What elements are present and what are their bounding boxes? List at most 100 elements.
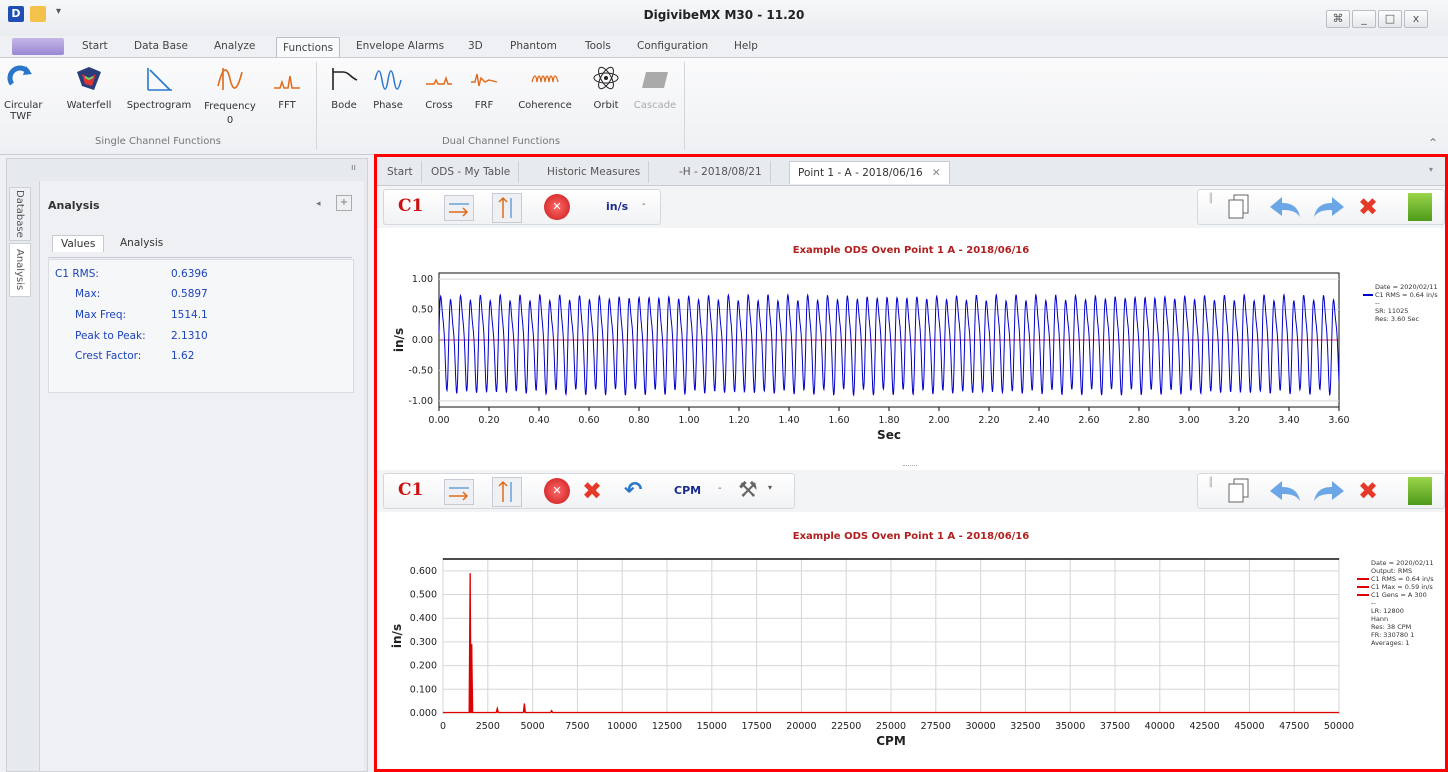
channel-label[interactable]: C1 bbox=[398, 196, 423, 216]
orbit-button[interactable]: Orbit bbox=[588, 64, 624, 111]
legend-line: SR: 11025 bbox=[1375, 307, 1409, 315]
y-tick-label: 0.000 bbox=[410, 708, 437, 719]
waterfall-button[interactable]: Waterfell bbox=[62, 64, 116, 111]
doc-tab-point1[interactable]: Point 1 - A - 2018/06/16 ✕ bbox=[789, 161, 950, 184]
menu-3d[interactable]: 3D bbox=[468, 40, 483, 52]
scale-x-icon[interactable] bbox=[444, 479, 474, 505]
bode-button[interactable]: Bode bbox=[326, 64, 362, 111]
peak-to-peak-label: Peak to Peak: bbox=[75, 330, 146, 342]
x-tick-label: 27500 bbox=[921, 721, 951, 732]
y-axis-title: in/s bbox=[390, 624, 404, 648]
y-tick-label: 1.00 bbox=[412, 274, 433, 285]
collapse-arrow-icon[interactable]: ◂ bbox=[316, 199, 321, 209]
peak-to-peak-value: 2.1310 bbox=[171, 330, 208, 342]
channel-label[interactable]: C1 bbox=[398, 480, 423, 500]
undo-zoom-icon[interactable]: ↶ bbox=[624, 478, 642, 504]
scale-x-icon[interactable] bbox=[444, 195, 474, 221]
x-tick-label: 37500 bbox=[1100, 721, 1130, 732]
tab-values[interactable]: Values bbox=[52, 235, 105, 252]
menu-start[interactable]: Start bbox=[82, 40, 108, 52]
edit-tools: ║ ✖ bbox=[1197, 189, 1445, 225]
menu-functions[interactable]: Functions bbox=[276, 37, 341, 58]
close-button[interactable]: x bbox=[1404, 10, 1428, 28]
x-tick-label: 1.00 bbox=[678, 415, 699, 426]
scale-y-icon[interactable] bbox=[492, 193, 522, 223]
menu-tools[interactable]: Tools bbox=[585, 40, 611, 52]
x-axis-title: CPM bbox=[876, 734, 906, 748]
menu-analyze[interactable]: Analyze bbox=[214, 40, 255, 52]
x-unit-dropdown-icon[interactable]: - bbox=[718, 483, 722, 494]
bode-label: Bode bbox=[331, 100, 357, 111]
maximize-button[interactable]: □ bbox=[1378, 10, 1402, 28]
x-tick-label: 1.40 bbox=[778, 415, 799, 426]
spectrogram-button[interactable]: Spectrogram bbox=[124, 64, 194, 111]
pin-icon[interactable]: ıı bbox=[351, 163, 356, 173]
menu-data-base[interactable]: Data Base bbox=[134, 40, 188, 52]
collapse-ribbon-icon[interactable]: ⌃ bbox=[1428, 136, 1438, 150]
circular-twf-button[interactable]: Circular TWF bbox=[4, 64, 43, 122]
splitter-grip[interactable] bbox=[903, 465, 917, 468]
cross-button[interactable]: Cross bbox=[420, 64, 458, 111]
scale-y-icon[interactable] bbox=[492, 477, 522, 507]
legend-line: Hann bbox=[1371, 615, 1389, 623]
x-unit-selector[interactable]: CPM bbox=[674, 484, 701, 497]
minimize-button[interactable]: _ bbox=[1352, 10, 1376, 28]
redo-icon[interactable] bbox=[1312, 479, 1346, 506]
clear-cursor-icon[interactable]: ✕ bbox=[544, 478, 570, 504]
spectrogram-icon bbox=[147, 68, 172, 91]
close-tab-icon[interactable]: ✕ bbox=[932, 162, 941, 184]
delete-marker-icon[interactable]: ✖ bbox=[582, 476, 602, 506]
doc-tab-start[interactable]: Start bbox=[379, 161, 422, 183]
tools-icon[interactable]: ⚒ bbox=[738, 478, 758, 504]
menu-envelope-alarms[interactable]: Envelope Alarms bbox=[356, 40, 444, 52]
tab-analysis-values[interactable]: Analysis bbox=[120, 237, 163, 249]
cascade-button[interactable]: Cascade bbox=[632, 64, 678, 111]
undo-icon[interactable] bbox=[1268, 479, 1302, 506]
tabs-dropdown-icon[interactable]: ▾ bbox=[1429, 165, 1433, 174]
x-tick-label: 7500 bbox=[565, 721, 589, 732]
menu-phantom[interactable]: Phantom bbox=[510, 40, 557, 52]
tab-database[interactable]: Database bbox=[9, 187, 31, 241]
x-tick-label: 10000 bbox=[607, 721, 637, 732]
legend-line: Date = 2020/02/11 bbox=[1375, 283, 1438, 291]
tab-analysis[interactable]: Analysis bbox=[9, 243, 31, 297]
file-menu-button[interactable] bbox=[12, 38, 64, 55]
menu-configuration[interactable]: Configuration bbox=[637, 40, 708, 52]
copy-icon[interactable] bbox=[1226, 193, 1252, 224]
expand-icon[interactable]: + bbox=[336, 195, 352, 211]
redo-icon[interactable] bbox=[1312, 195, 1346, 222]
coherence-button[interactable]: Coherence bbox=[514, 64, 576, 111]
x-tick-label: 1.80 bbox=[878, 415, 899, 426]
export-icon[interactable] bbox=[1408, 477, 1432, 505]
doc-tab-ods[interactable]: ODS - My Table bbox=[423, 161, 520, 183]
legend-line: -- bbox=[1375, 299, 1380, 307]
legend-swatch bbox=[1357, 594, 1369, 596]
legend-line: C1 RMS = 0.64 in/s bbox=[1363, 291, 1443, 299]
unit-dropdown-icon[interactable]: - bbox=[642, 199, 646, 210]
orbit-icon bbox=[593, 66, 619, 90]
max-value: 0.5897 bbox=[171, 288, 208, 300]
legend-swatch bbox=[1357, 578, 1369, 580]
undo-icon[interactable] bbox=[1268, 195, 1302, 222]
clear-cursor-icon[interactable]: ✕ bbox=[544, 194, 570, 220]
x-tick-label: 25000 bbox=[876, 721, 906, 732]
x-tick-label: 0.20 bbox=[478, 415, 499, 426]
legend-swatch bbox=[1363, 294, 1373, 296]
doc-tab-historic[interactable]: Historic Measures bbox=[539, 161, 650, 183]
fft-icon bbox=[274, 75, 300, 89]
menu-help[interactable]: Help bbox=[734, 40, 758, 52]
export-icon[interactable] bbox=[1408, 193, 1432, 221]
doc-tab-h-2018-08-21[interactable]: -H - 2018/08/21 bbox=[671, 161, 771, 183]
y-tick-label: 0.50 bbox=[412, 305, 433, 316]
frf-button[interactable]: FRF bbox=[466, 64, 502, 111]
phase-button[interactable]: Phase bbox=[370, 64, 406, 111]
frequency-button[interactable]: Frequency 0 bbox=[199, 64, 261, 128]
tools-dropdown-icon[interactable]: ▾ bbox=[768, 483, 772, 492]
copy-icon[interactable] bbox=[1226, 477, 1252, 508]
unit-selector[interactable]: in/s bbox=[606, 200, 628, 213]
cascade-label: Cascade bbox=[633, 100, 677, 111]
delete-icon[interactable]: ✖ bbox=[1358, 194, 1378, 220]
delete-icon[interactable]: ✖ bbox=[1358, 478, 1378, 504]
ribbon-toggle-button[interactable]: ⌘ bbox=[1326, 10, 1350, 28]
fft-button[interactable]: FFT bbox=[270, 64, 304, 111]
